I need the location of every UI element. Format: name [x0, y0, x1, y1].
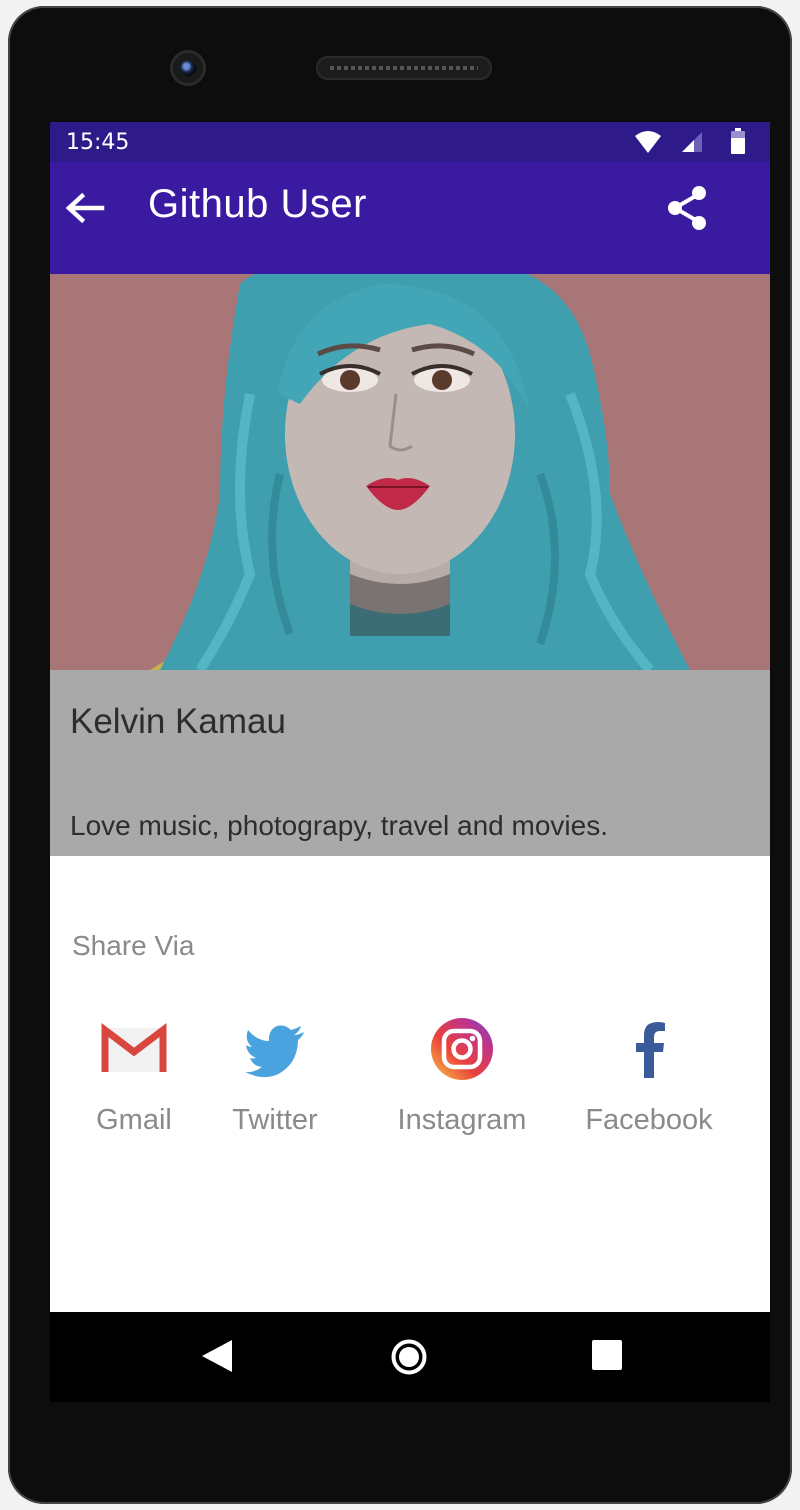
nav-home-icon[interactable] — [390, 1338, 428, 1376]
twitter-icon — [245, 1025, 304, 1078]
page-title: Github User — [148, 182, 367, 226]
profile-info-panel: Kelvin Kamau Love music, photograpy, tra… — [50, 670, 770, 856]
nav-back-icon[interactable] — [200, 1338, 234, 1374]
front-camera — [170, 50, 206, 86]
share-sheet: Share Via Gmail Twitter Instagram Facebo… — [50, 856, 770, 1312]
portrait-photo — [50, 274, 770, 670]
share-target-label: Twitter — [232, 1104, 318, 1136]
share-icon[interactable] — [662, 182, 714, 234]
share-target-instagram[interactable]: Instagram — [382, 1016, 542, 1156]
nav-recents-icon[interactable] — [592, 1340, 622, 1370]
share-sheet-title: Share Via — [72, 930, 195, 961]
status-bar: 15:45 — [50, 122, 770, 162]
share-target-label: Gmail — [96, 1104, 172, 1136]
screen: 15:45 Github User Kelvin Kamau Love musi… — [50, 122, 770, 1402]
facebook-icon — [636, 1022, 665, 1078]
app-bar: Github User — [50, 162, 770, 274]
profile-content: Kelvin Kamau Love music, photograpy, tra… — [50, 274, 770, 856]
battery-icon — [731, 128, 745, 154]
arrow-back-icon[interactable] — [62, 188, 106, 228]
wifi-icon — [635, 131, 661, 153]
signal-icon — [682, 132, 702, 152]
user-name: Kelvin Kamau — [70, 702, 286, 741]
share-target-gmail[interactable]: Gmail — [54, 1016, 214, 1156]
share-target-label: Instagram — [397, 1104, 527, 1136]
user-bio: Love music, photograpy, travel and movie… — [70, 810, 608, 841]
instagram-icon — [431, 1018, 493, 1080]
portrait-illustration — [150, 274, 690, 670]
phone-frame: 15:45 Github User Kelvin Kamau Love musi… — [8, 6, 792, 1504]
status-time: 15:45 — [66, 130, 130, 155]
share-target-facebook[interactable]: Facebook — [569, 1016, 729, 1156]
share-target-label: Facebook — [585, 1104, 713, 1136]
share-target-twitter[interactable]: Twitter — [195, 1016, 355, 1156]
system-navigation-bar — [50, 1312, 770, 1402]
gmail-icon — [101, 1022, 167, 1072]
earpiece-speaker — [316, 56, 492, 80]
